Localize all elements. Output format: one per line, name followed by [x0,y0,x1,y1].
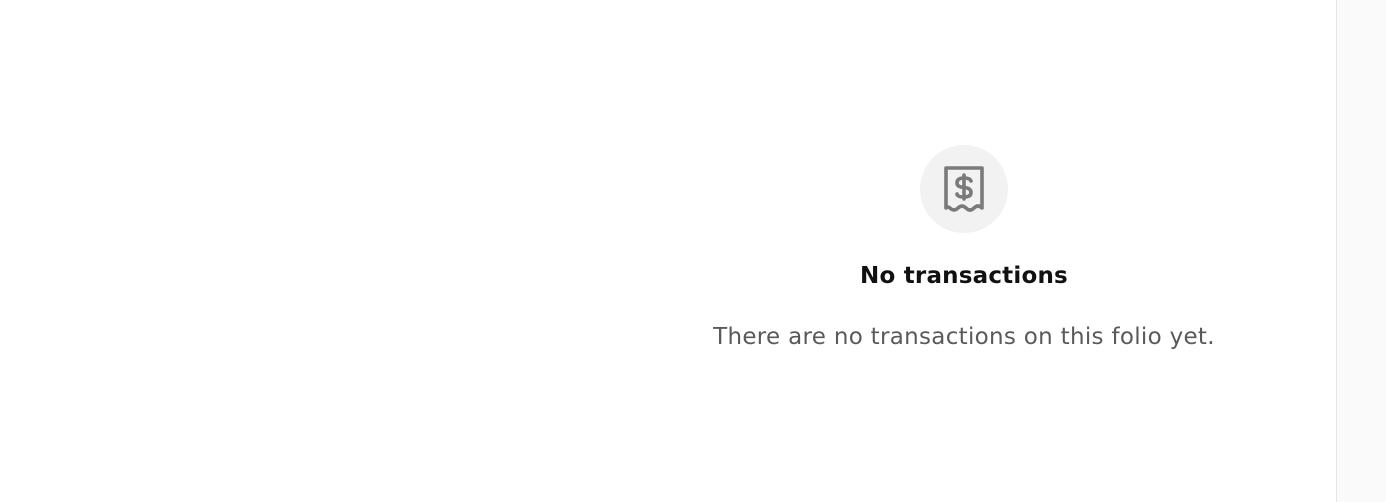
empty-state-icon-circle [920,145,1008,233]
empty-state: No transactions There are no transaction… [592,145,1336,352]
receipt-dollar-icon [944,166,984,212]
empty-state-title: No transactions [860,263,1068,289]
folio-transactions-page: No transactions There are no transaction… [0,0,1386,502]
transactions-panel: No transactions There are no transaction… [0,0,1336,502]
empty-state-description: There are no transactions on this folio … [713,324,1215,350]
right-side-panel [1336,0,1386,502]
